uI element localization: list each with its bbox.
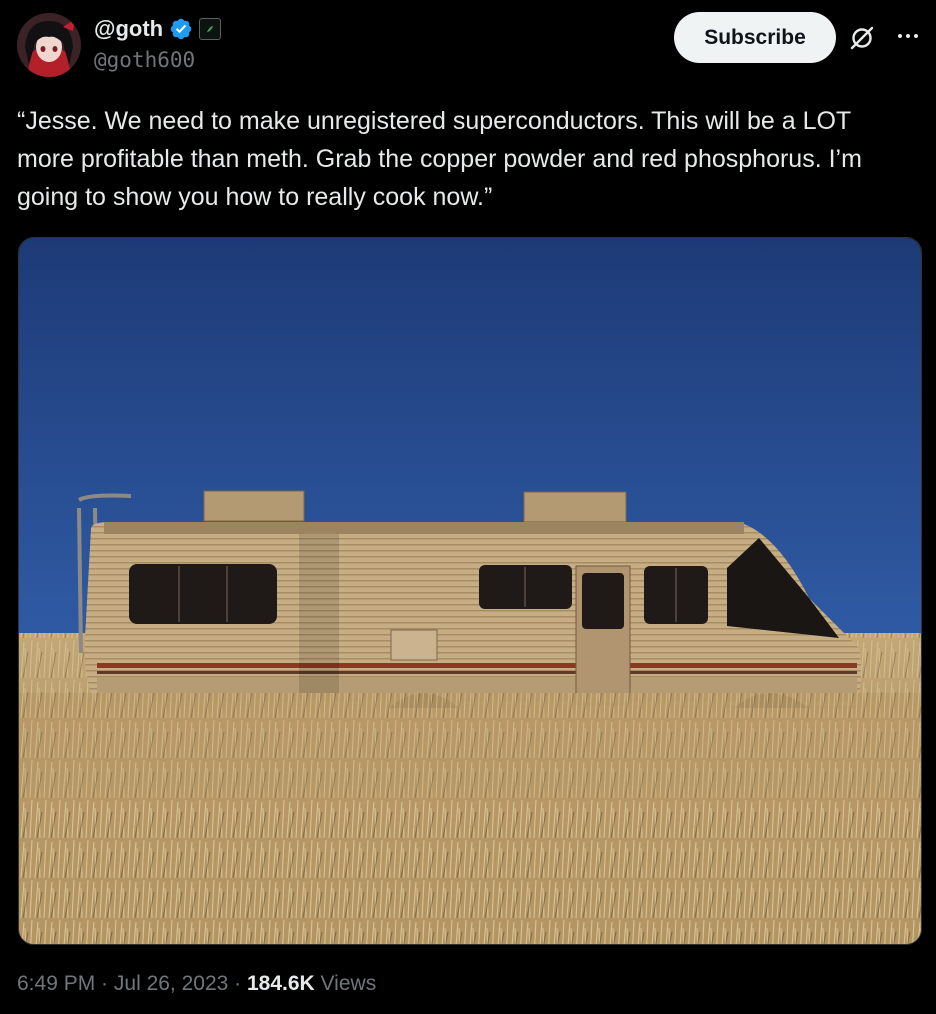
anime-avatar-image (17, 13, 81, 77)
affiliate-glyph-icon (207, 26, 214, 32)
author-name-row: @goth (94, 13, 222, 45)
tweet-text: “Jesse. We need to make unregistered sup… (17, 107, 862, 211)
author-handle[interactable]: @goth600 (94, 48, 195, 72)
tweet-meta: 6:49 PM · Jul 26, 2023 · 184.6K Views (17, 972, 376, 996)
author-display-name[interactable]: @goth (94, 16, 163, 42)
rv-photo (19, 238, 921, 944)
affiliate-badge-icon[interactable] (199, 18, 222, 40)
subscribe-button[interactable]: Subscribe (674, 12, 836, 63)
views-label: Views (314, 972, 377, 995)
meta-separator: · (95, 972, 114, 995)
tweet-date[interactable]: Jul 26, 2023 (114, 972, 228, 996)
views-count[interactable]: 184.6K (247, 972, 315, 996)
verified-badge-icon[interactable] (169, 17, 193, 41)
avatar[interactable] (17, 13, 81, 77)
grok-icon[interactable] (846, 22, 878, 54)
tweet-media-image[interactable] (18, 237, 922, 945)
rv-vehicle (77, 490, 862, 708)
more-icon[interactable] (892, 22, 924, 50)
meta-separator: · (228, 972, 247, 995)
tweet-time[interactable]: 6:49 PM (17, 972, 95, 996)
